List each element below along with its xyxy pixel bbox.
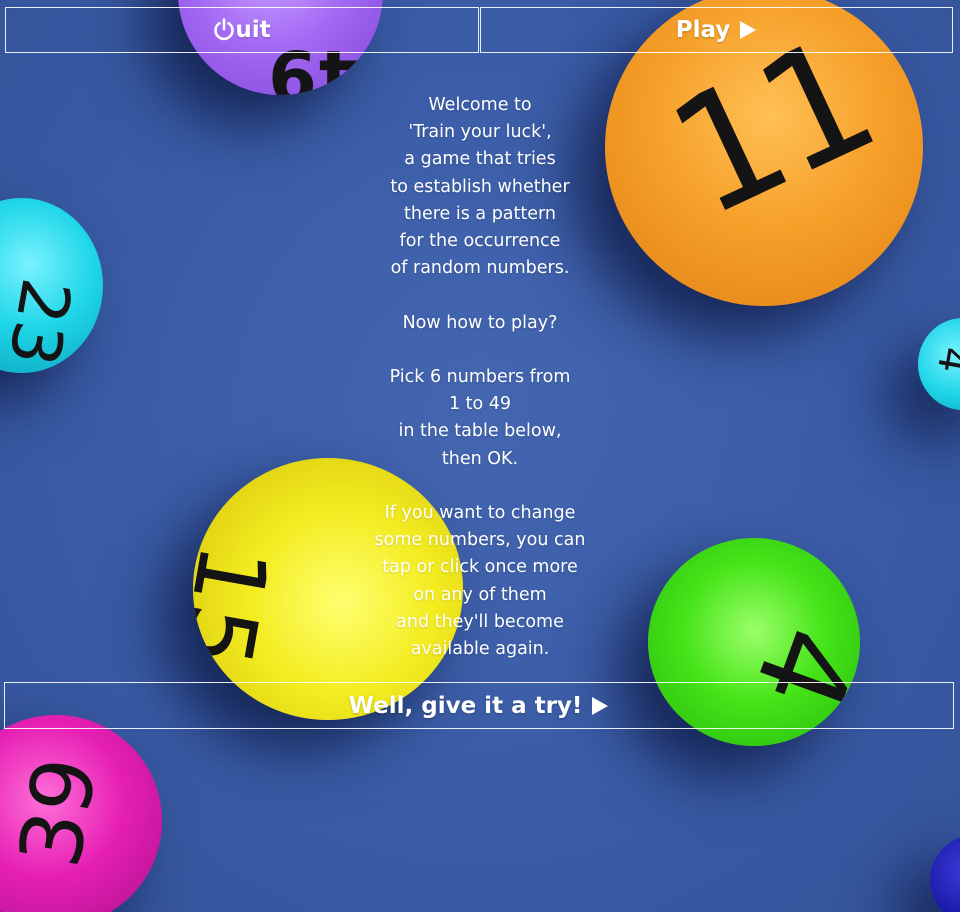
intro-line: available again. xyxy=(410,639,550,660)
ball-cyan-small: 4 xyxy=(918,318,960,410)
intro-line: for the occurrence xyxy=(399,231,561,252)
give-it-a-try-label: Well, give it a try! xyxy=(348,692,583,719)
intro-line: Now how to play? xyxy=(402,312,558,333)
ball-number: 4 xyxy=(927,343,960,377)
play-triangle-icon xyxy=(739,20,757,40)
intro-line: Welcome to xyxy=(428,95,532,115)
quit-button[interactable]: uit xyxy=(5,7,479,53)
intro-paragraph-how-to: Now how to play? xyxy=(280,310,680,337)
intro-line: 'Train your luck', xyxy=(408,122,552,143)
ball-number: 23 xyxy=(0,272,86,372)
intro-line: of random numbers. xyxy=(390,258,570,279)
intro-line: there is a pattern xyxy=(404,203,556,224)
ball-cyan: 23 xyxy=(0,198,103,373)
intro-line: 1 to 49 xyxy=(448,394,512,415)
intro-line: on any of them xyxy=(413,584,547,605)
intro-line: some numbers, you can xyxy=(374,530,586,551)
intro-line: If you want to change xyxy=(384,503,576,523)
intro-line: a game that tries xyxy=(404,149,556,170)
intro-line: tap or click once more xyxy=(382,557,578,578)
power-icon xyxy=(213,18,235,42)
intro-paragraph-pick: Pick 6 numbers from 1 to 49 in the table… xyxy=(280,364,680,473)
ball-navy xyxy=(930,835,960,912)
intro-line: Pick 6 numbers from xyxy=(389,367,571,387)
quit-button-label: uit xyxy=(235,17,271,43)
intro-line: to establish whether xyxy=(390,176,570,197)
ball-number: 15 xyxy=(193,536,289,675)
intro-line: in the table below, xyxy=(398,421,562,442)
intro-line: and they'll become xyxy=(396,611,564,632)
intro-text: Welcome to 'Train your luck', a game tha… xyxy=(280,92,680,663)
play-triangle-icon xyxy=(591,696,609,716)
ball-magenta: 39 xyxy=(0,715,162,912)
ball-number: 39 xyxy=(0,750,118,875)
intro-paragraph-change: If you want to change some numbers, you … xyxy=(280,500,680,663)
intro-paragraph-welcome: Welcome to 'Train your luck', a game tha… xyxy=(280,92,680,282)
play-button-label: Play xyxy=(675,17,731,43)
intro-line: then OK. xyxy=(441,448,519,469)
play-button[interactable]: Play xyxy=(480,7,953,53)
give-it-a-try-button[interactable]: Well, give it a try! xyxy=(4,682,954,729)
